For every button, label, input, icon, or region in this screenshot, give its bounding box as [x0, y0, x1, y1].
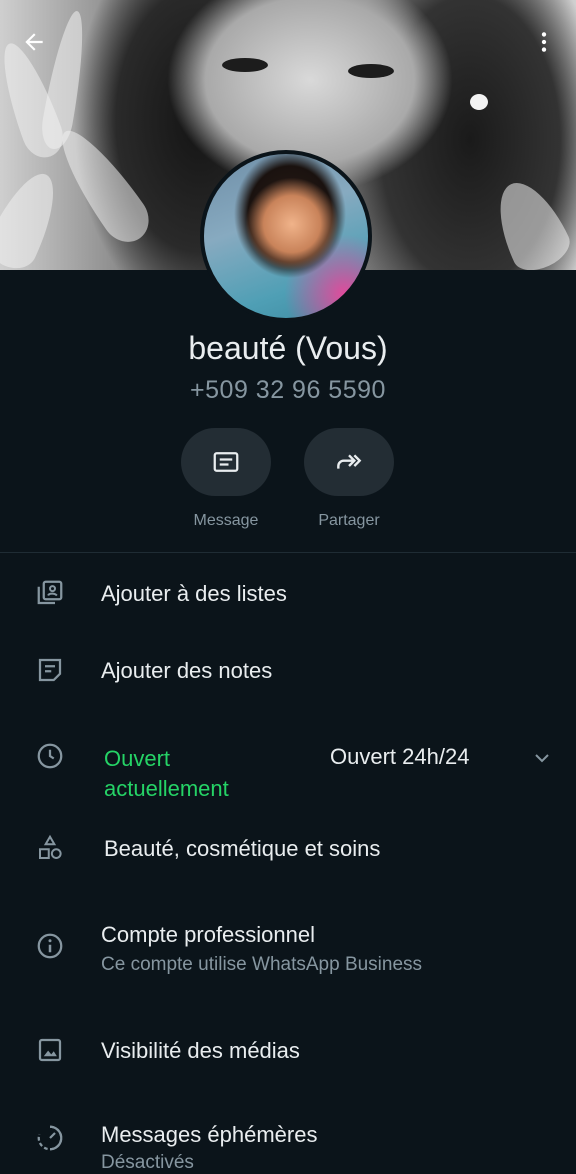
info-icon	[34, 930, 66, 962]
share-label: Partager	[318, 512, 380, 529]
message-icon	[213, 452, 239, 472]
hours-value: Ouvert 24h/24	[330, 744, 470, 769]
profile-avatar[interactable]	[200, 150, 372, 322]
image-icon	[34, 1034, 66, 1066]
profile-name: beauté (Vous)	[188, 330, 388, 366]
business-hours-row[interactable]: Ouvert actuellement Ouvert 24h/24	[0, 738, 576, 804]
add-to-lists-row[interactable]: Ajouter à des listes	[0, 575, 576, 615]
message-button[interactable]	[181, 428, 271, 496]
share-button[interactable]	[304, 428, 394, 496]
media-visibility-label: Visibilité des médias	[101, 1038, 300, 1063]
chevron-down-icon	[535, 754, 549, 763]
back-arrow-icon	[25, 33, 43, 51]
category-icon	[34, 832, 66, 864]
add-notes-label: Ajouter des notes	[101, 658, 273, 683]
share-action[interactable]: Partager	[304, 428, 394, 530]
lists-icon	[34, 577, 66, 609]
media-visibility-row[interactable]: Visibilité des médias	[0, 1032, 576, 1072]
hours-status: Ouvert actuellement	[104, 746, 229, 801]
add-notes-row[interactable]: Ajouter des notes	[0, 652, 576, 692]
category-row: Beauté, cosmétique et soins	[0, 830, 576, 870]
ephemeral-messages-subtitle: Désactivés	[101, 1152, 194, 1173]
ephemeral-messages-row[interactable]: Messages éphémères Désactivés	[0, 1118, 576, 1173]
message-label: Message	[193, 512, 259, 529]
back-button[interactable]	[14, 22, 54, 62]
notes-icon	[34, 654, 66, 686]
clock-icon	[34, 740, 66, 772]
profile-phone: +509 32 96 5590	[190, 376, 386, 404]
more-options-button[interactable]	[524, 22, 564, 62]
more-vert-icon	[541, 32, 547, 52]
business-account-subtitle: Ce compte utilise WhatsApp Business	[101, 954, 423, 975]
timer-icon	[34, 1122, 66, 1154]
ephemeral-messages-title: Messages éphémères	[101, 1122, 318, 1147]
hours-expand-button[interactable]	[530, 746, 554, 775]
avatar-photo	[200, 150, 372, 322]
message-action[interactable]: Message	[181, 428, 271, 530]
business-account-row[interactable]: Compte professionnel Ce compte utilise W…	[0, 918, 576, 982]
share-icon	[337, 454, 362, 469]
divider	[0, 552, 576, 553]
add-to-lists-label: Ajouter à des listes	[101, 581, 287, 606]
business-account-title: Compte professionnel	[101, 922, 316, 947]
category-label: Beauté, cosmétique et soins	[104, 836, 381, 861]
